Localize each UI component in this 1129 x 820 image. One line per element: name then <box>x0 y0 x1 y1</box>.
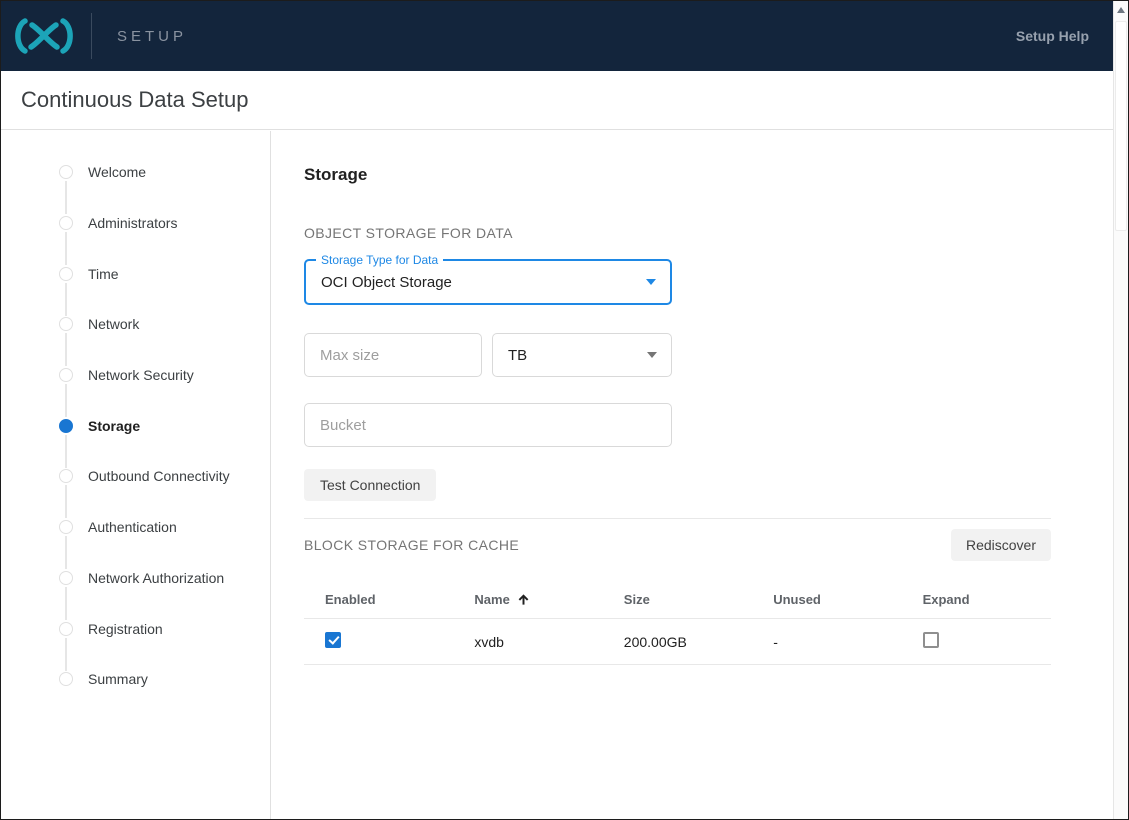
step-circle-icon <box>59 469 73 484</box>
sort-ascending-icon <box>516 592 531 607</box>
step-label: Summary <box>88 671 148 688</box>
navbar-divider <box>91 13 92 59</box>
step-circle-icon <box>59 165 73 180</box>
step-label: Network Authorization <box>88 569 225 586</box>
step-label: Registration <box>88 620 163 637</box>
column-header-enabled: Enabled <box>325 592 376 607</box>
step-circle-icon <box>59 216 73 231</box>
chevron-down-icon <box>647 352 657 358</box>
page-title-bar: Continuous Data Setup <box>1 71 1113 130</box>
sidebar-step-network-security[interactable]: Network Security <box>1 350 270 417</box>
sidebar-step-time[interactable]: Time <box>1 248 270 316</box>
top-navbar: SETUP Setup Help <box>1 1 1113 71</box>
column-header-name-sort[interactable]: Name <box>453 592 602 607</box>
bucket-input[interactable] <box>320 416 613 434</box>
scroll-up-arrow-icon[interactable] <box>1117 7 1125 13</box>
step-circle-icon <box>59 570 73 585</box>
sidebar-step-outbound-connectivity[interactable]: Outbound Connectivity <box>1 451 270 519</box>
step-circle-icon <box>59 317 73 332</box>
sidebar-step-administrators[interactable]: Administrators <box>1 198 270 265</box>
device-unused-cell: - <box>773 633 778 650</box>
block-storage-table: Enabled Name Size Unused Expand xvdb 200… <box>304 581 1051 665</box>
stepper: Welcome Administrators Time Network Network … <box>1 131 271 819</box>
size-unit-select[interactable]: TB <box>492 333 672 377</box>
object-storage-section-title: OBJECT STORAGE FOR DATA <box>304 225 513 241</box>
expand-checkbox[interactable] <box>922 632 939 648</box>
step-label: Administrators <box>88 215 178 232</box>
table-header-row: Enabled Name Size Unused Expand <box>304 581 1051 619</box>
max-size-field-wrapper <box>304 333 482 377</box>
sidebar-step-registration[interactable]: Registration <box>1 603 270 671</box>
page-title: Continuous Data Setup <box>21 87 249 112</box>
delphix-logo-icon <box>11 13 77 59</box>
device-size-cell: 200.00GB <box>623 633 687 650</box>
step-label: Time <box>88 265 119 282</box>
step-circle-icon <box>59 672 73 687</box>
column-header-expand: Expand <box>922 592 970 607</box>
sidebar-step-welcome[interactable]: Welcome <box>1 147 270 214</box>
step-label: Outbound Connectivity <box>88 468 230 485</box>
sidebar-step-summary[interactable]: Summary <box>1 654 270 705</box>
column-header-name-label: Name <box>474 592 510 607</box>
column-header-unused: Unused <box>773 592 821 607</box>
storage-type-label: Storage Type for Data <box>316 253 444 267</box>
max-size-input[interactable] <box>320 346 461 364</box>
main-content: Storage OBJECT STORAGE FOR DATA Storage … <box>271 131 1113 819</box>
step-label: Authentication <box>88 519 177 536</box>
storage-heading: Storage <box>304 165 368 184</box>
sidebar-step-storage[interactable]: Storage <box>1 400 270 468</box>
size-unit-value: TB <box>508 346 528 364</box>
step-label: Network <box>88 316 140 333</box>
storage-type-select[interactable]: Storage Type for Data OCI Object Storage <box>304 253 672 305</box>
step-circle-icon <box>59 266 73 281</box>
enabled-checkbox[interactable] <box>325 632 341 648</box>
scrollbar-thumb[interactable] <box>1115 21 1127 231</box>
section-divider <box>304 518 1051 519</box>
rediscover-button[interactable]: Rediscover <box>950 529 1051 561</box>
sidebar-step-network-authorization[interactable]: Network Authorization <box>1 553 270 620</box>
bucket-field-wrapper <box>304 403 672 447</box>
step-circle-icon <box>59 520 73 535</box>
block-storage-section-title: BLOCK STORAGE FOR CACHE <box>304 537 520 553</box>
column-header-size: Size <box>623 592 650 607</box>
table-row: xvdb 200.00GB - <box>304 619 1051 665</box>
vertical-scrollbar[interactable] <box>1113 1 1128 819</box>
setup-help-link[interactable]: Setup Help <box>1016 28 1089 44</box>
page-body: Welcome Administrators Time Network Network … <box>1 131 1113 819</box>
step-label: Storage <box>88 417 141 434</box>
step-label: Welcome <box>88 164 147 181</box>
sidebar-step-authentication[interactable]: Authentication <box>1 502 270 569</box>
step-label: Network Security <box>88 367 194 384</box>
storage-type-value: OCI Object Storage <box>321 273 452 291</box>
step-circle-icon <box>59 368 73 383</box>
chevron-down-icon <box>646 279 656 285</box>
device-name-cell: xvdb <box>474 633 504 650</box>
sidebar-step-network[interactable]: Network <box>1 299 270 366</box>
test-connection-button[interactable]: Test Connection <box>304 469 437 501</box>
step-active-dot-icon <box>59 418 73 433</box>
product-label: SETUP <box>117 27 188 45</box>
step-circle-icon <box>59 621 73 636</box>
